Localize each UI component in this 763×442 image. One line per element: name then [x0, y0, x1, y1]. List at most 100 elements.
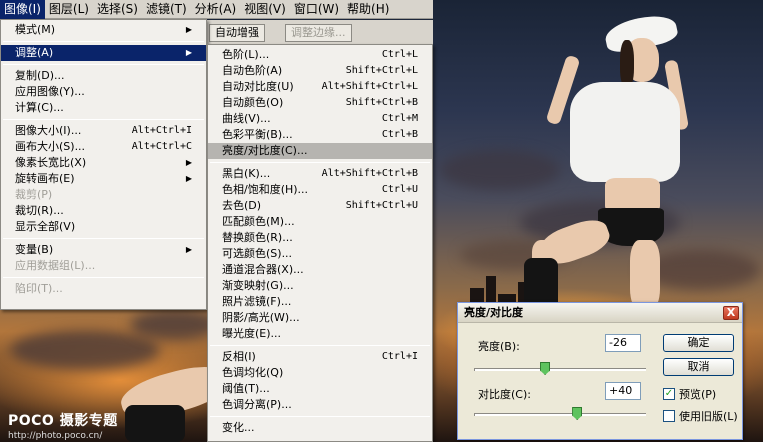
menu-item-label: 黑白(K)... [222, 167, 271, 180]
menu-item-label: 画布大小(S)... [15, 140, 86, 153]
image-menu-item: 裁剪(P) [1, 187, 206, 203]
menu-item-shortcut: Shift+Ctrl+L [345, 65, 418, 76]
menu-item-label: 显示全部(V) [15, 220, 76, 233]
menu-item-label: 去色(D) [222, 199, 262, 212]
checkbox-empty-icon[interactable] [663, 410, 675, 422]
submenu-arrow-icon: ▶ [185, 48, 192, 57]
image-menu-item[interactable]: 图像大小(I)... Alt+Ctrl+I [1, 123, 206, 139]
image-menu-item[interactable]: 旋转画布(E) ▶ [1, 171, 206, 187]
brightness-slider-track[interactable] [474, 368, 646, 371]
adjust-menu-item[interactable]: 色阶(L)... Ctrl+L [208, 47, 432, 63]
menu-bar: 图像(I) 图层(L) 选择(S) 滤镜(T) 分析(A) 视图(V) 窗口(W… [0, 0, 433, 19]
menu-item-label: 裁剪(P) [15, 188, 53, 201]
menu-separator [3, 64, 204, 65]
menu-view[interactable]: 视图(V) [240, 0, 290, 19]
brightness-label: 亮度(B): [478, 340, 520, 353]
contrast-input[interactable]: +40 [605, 382, 641, 400]
image-menu-item: 应用数据组(L)... [1, 258, 206, 274]
submenu-arrow-icon: ▶ [185, 174, 192, 183]
menu-analysis[interactable]: 分析(A) [191, 0, 241, 19]
close-icon[interactable]: X [723, 306, 739, 320]
preview-label: 预览(P) [679, 388, 717, 401]
adjust-menu-item[interactable]: 阈值(T)... [208, 381, 432, 397]
image-menu-item[interactable]: 像素长宽比(X) ▶ [1, 155, 206, 171]
menu-help[interactable]: 帮助(H) [343, 0, 393, 19]
menu-item-label: 反相(I) [222, 350, 256, 363]
adjust-menu-item[interactable]: 自动颜色(O) Shift+Ctrl+B [208, 95, 432, 111]
menu-item-label: 色调均化(Q) [222, 366, 284, 379]
ok-button[interactable]: 确定 [663, 334, 734, 352]
menu-separator [3, 238, 204, 239]
adjust-menu-item[interactable]: 色相/饱和度(H)... Ctrl+U [208, 182, 432, 198]
menu-item-label: 自动颜色(O) [222, 96, 284, 109]
adjust-menu-item[interactable]: 反相(I) Ctrl+I [208, 349, 432, 365]
menu-window[interactable]: 窗口(W) [290, 0, 343, 19]
adjust-menu-item[interactable]: 匹配颜色(M)... [208, 214, 432, 230]
menu-item-label: 曲线(V)... [222, 112, 271, 125]
menu-item-label: 计算(C)... [15, 101, 64, 114]
watermark-url: http://photo.poco.cn/ [8, 431, 103, 441]
menu-item-label: 裁切(R)... [15, 204, 64, 217]
menu-separator [210, 345, 430, 346]
menu-item-label: 图像大小(I)... [15, 124, 82, 137]
menu-item-label: 可选颜色(S)... [222, 247, 293, 260]
image-menu-item[interactable]: 裁切(R)... [1, 203, 206, 219]
image-menu-item[interactable]: 复制(D)... [1, 68, 206, 84]
image-menu-item[interactable]: 变量(B) ▶ [1, 242, 206, 258]
menu-item-label: 通道混合器(X)... [222, 263, 304, 276]
menu-item-shortcut: Alt+Shift+Ctrl+L [321, 81, 418, 92]
contrast-label: 对比度(C): [478, 388, 531, 401]
cancel-button[interactable]: 取消 [663, 358, 734, 376]
menu-item-label: 色彩平衡(B)... [222, 128, 293, 141]
image-menu-item[interactable]: 显示全部(V) [1, 219, 206, 235]
menu-item-shortcut: Alt+Shift+Ctrl+B [321, 168, 418, 179]
menu-item-label: 阈值(T)... [222, 382, 270, 395]
adjust-menu-item[interactable]: 曲线(V)... Ctrl+M [208, 111, 432, 127]
menu-filter[interactable]: 滤镜(T) [142, 0, 191, 19]
menu-item-label: 陷印(T)... [15, 282, 63, 295]
preview-checkbox[interactable]: ✓ 预览(P) [663, 386, 716, 402]
checkbox-check-icon[interactable]: ✓ [663, 388, 675, 400]
image-menu-item[interactable]: 计算(C)... [1, 100, 206, 116]
menu-separator [3, 119, 204, 120]
legacy-checkbox[interactable]: 使用旧版(L) [663, 408, 738, 424]
brightness-slider-thumb[interactable] [540, 362, 551, 375]
adjust-menu-item[interactable]: 照片滤镜(F)... [208, 294, 432, 310]
adjust-menu-item[interactable]: 阴影/高光(W)... [208, 310, 432, 326]
menu-item-label: 自动对比度(U) [222, 80, 294, 93]
menu-item-label: 照片滤镜(F)... [222, 295, 292, 308]
menu-item-label: 变化... [222, 421, 255, 434]
image-menu-item[interactable]: 画布大小(S)... Alt+Ctrl+C [1, 139, 206, 155]
adjust-menu-item[interactable]: 去色(D) Shift+Ctrl+U [208, 198, 432, 214]
image-menu-item[interactable]: 调整(A) ▶ [1, 45, 206, 61]
brightness-input[interactable]: -26 [605, 334, 641, 352]
menu-select[interactable]: 选择(S) [93, 0, 142, 19]
menu-item-label: 复制(D)... [15, 69, 65, 82]
image-menu-item: 陷印(T)... [1, 281, 206, 297]
menu-image[interactable]: 图像(I) [0, 0, 45, 19]
menu-item-label: 匹配颜色(M)... [222, 215, 295, 228]
menu-item-shortcut: Shift+Ctrl+U [345, 200, 418, 211]
adjust-menu-item[interactable]: 色调均化(Q) [208, 365, 432, 381]
image-menu-item[interactable]: 模式(M) ▶ [1, 22, 206, 38]
contrast-slider-thumb[interactable] [572, 407, 583, 420]
image-menu-item[interactable]: 应用图像(Y)... [1, 84, 206, 100]
adjust-menu-item[interactable]: 通道混合器(X)... [208, 262, 432, 278]
menu-layer[interactable]: 图层(L) [45, 0, 93, 19]
menu-separator [210, 416, 430, 417]
contrast-slider-track[interactable] [474, 413, 646, 416]
adjust-menu-item[interactable]: 曝光度(E)... [208, 326, 432, 342]
adjust-menu-item[interactable]: 可选颜色(S)... [208, 246, 432, 262]
adjust-menu-item[interactable]: 变化... [208, 420, 432, 436]
menu-item-label: 自动色阶(A) [222, 64, 283, 77]
adjust-menu-item[interactable]: 亮度/对比度(C)... [208, 143, 432, 159]
auto-enhance-tab[interactable]: 自动增强 [209, 24, 265, 42]
adjust-menu-item[interactable]: 自动对比度(U) Alt+Shift+Ctrl+L [208, 79, 432, 95]
adjust-menu-item[interactable]: 黑白(K)... Alt+Shift+Ctrl+B [208, 166, 432, 182]
adjust-menu-item[interactable]: 色调分离(P)... [208, 397, 432, 413]
adjust-menu-item[interactable]: 自动色阶(A) Shift+Ctrl+L [208, 63, 432, 79]
adjust-menu-item[interactable]: 替换颜色(R)... [208, 230, 432, 246]
adjust-menu-item[interactable]: 渐变映射(G)... [208, 278, 432, 294]
adjust-menu-item[interactable]: 色彩平衡(B)... Ctrl+B [208, 127, 432, 143]
submenu-arrow-icon: ▶ [185, 245, 192, 254]
